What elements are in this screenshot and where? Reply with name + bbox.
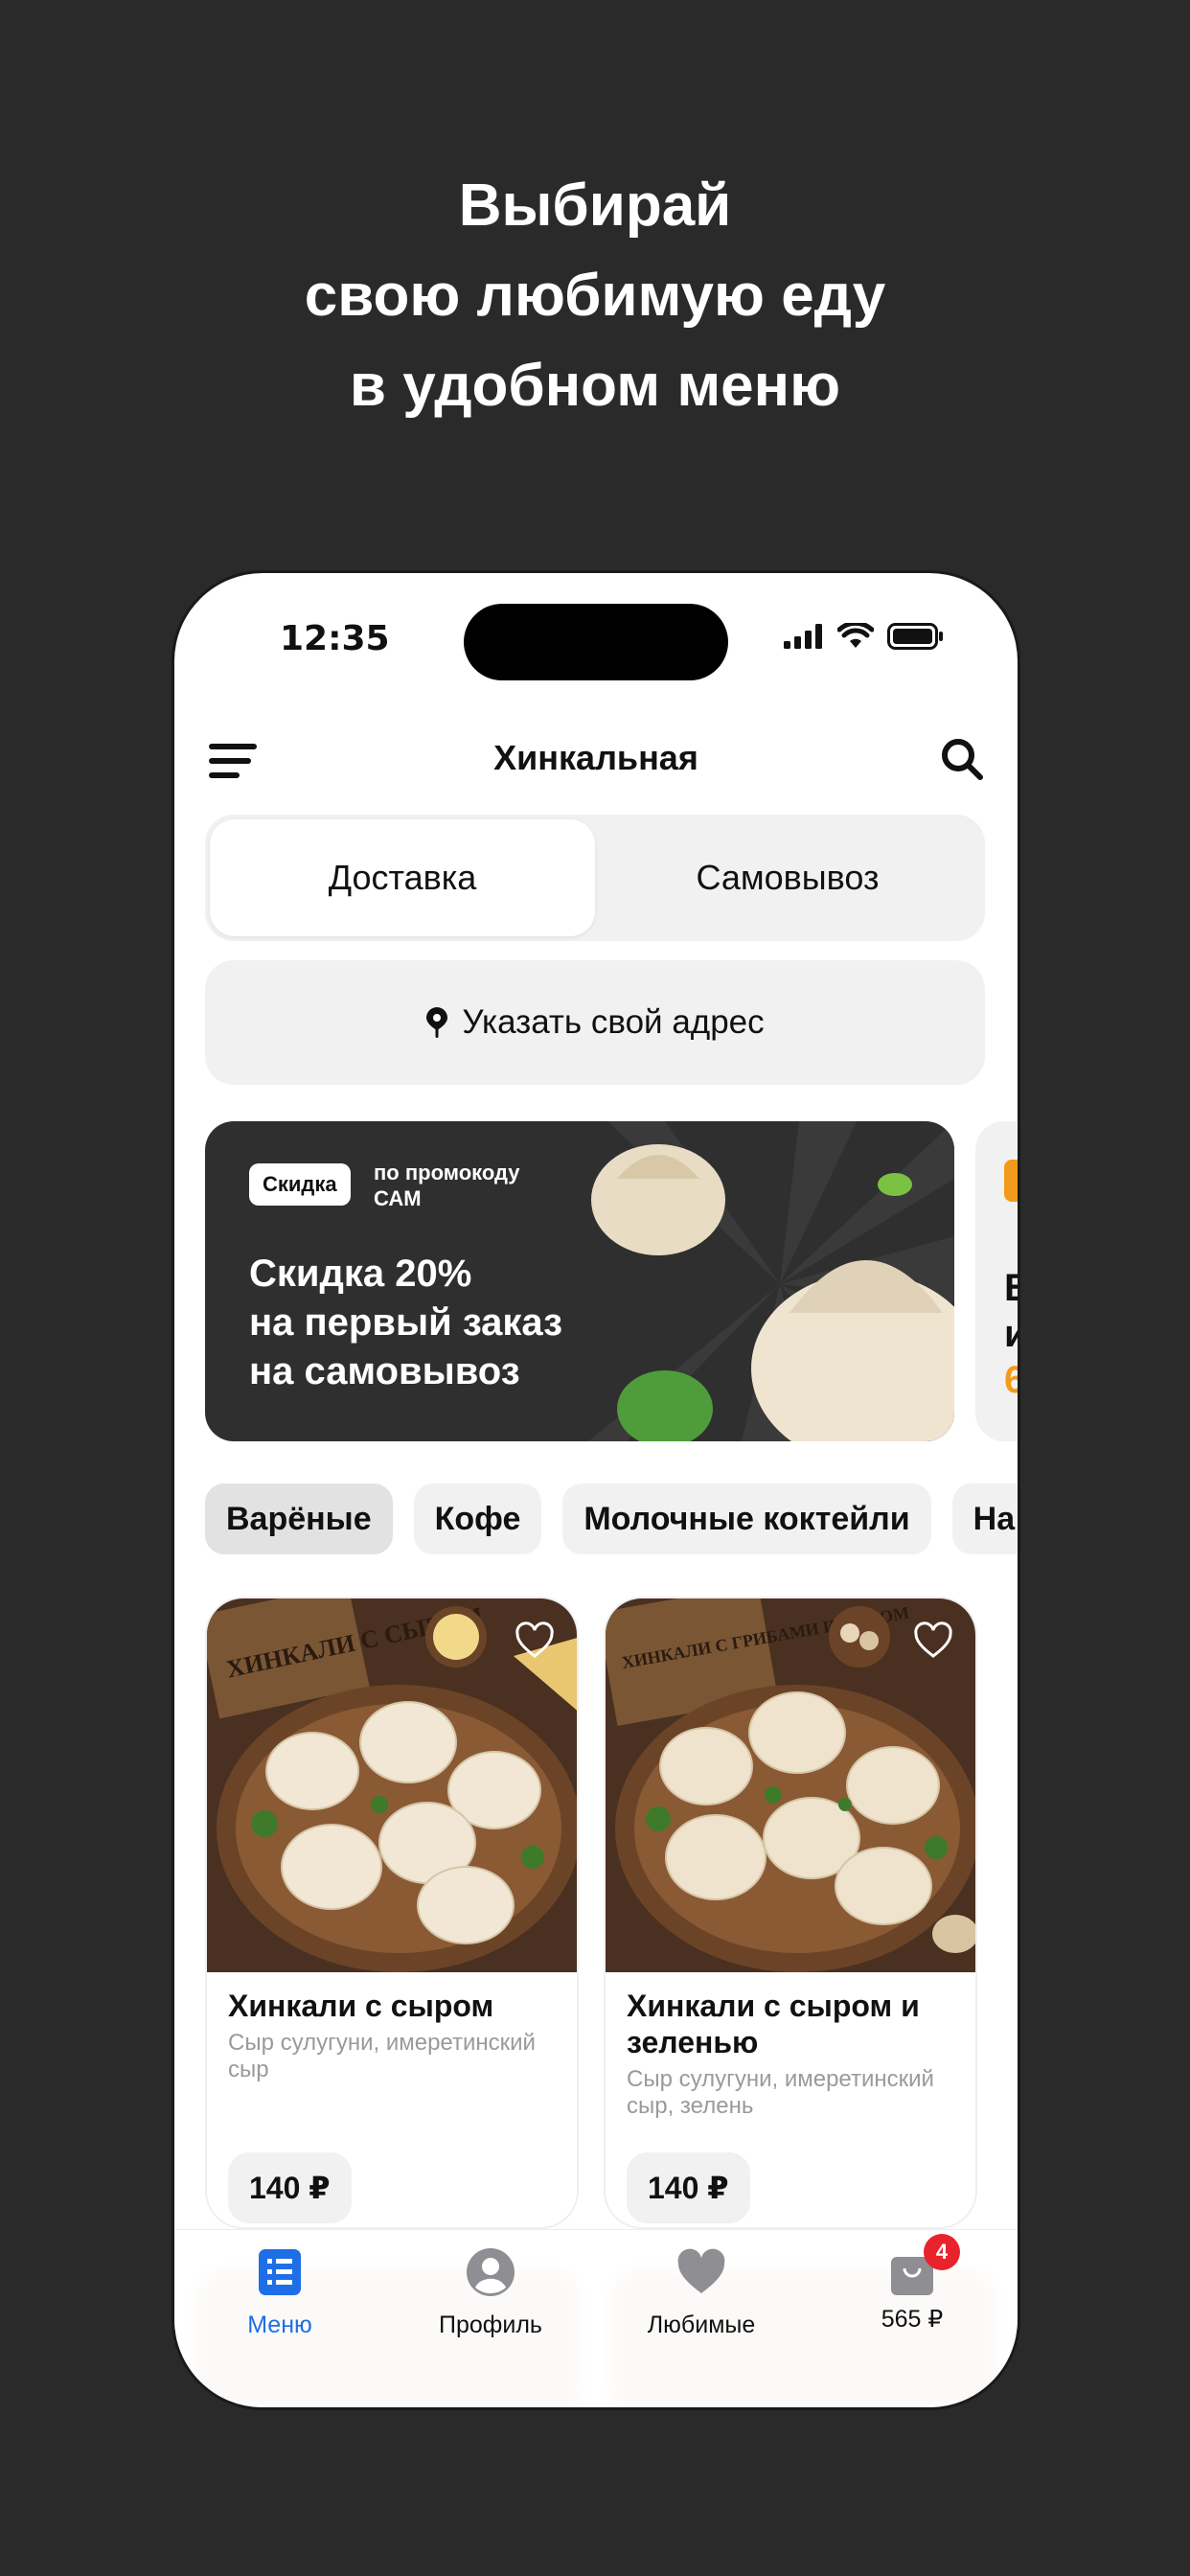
profile-icon xyxy=(467,2248,515,2296)
tab-favorites-label: Любимые xyxy=(647,2312,756,2338)
tab-favorites[interactable]: Любимые xyxy=(625,2247,778,2339)
headline-line-3: в удобном меню xyxy=(349,353,841,419)
favorite-heart-icon[interactable] xyxy=(912,1620,954,1662)
tab-menu-label: Меню xyxy=(247,2312,312,2338)
cellular-signal-icon xyxy=(784,624,822,649)
tab-profile-label: Профиль xyxy=(439,2312,542,2338)
product-title: Хинкали с сыром и зеленью xyxy=(627,1989,920,2059)
tab-menu[interactable]: Меню xyxy=(203,2247,356,2339)
product-description: Сыр сулугуни, имеретинский сыр, зелень xyxy=(627,2066,934,2119)
next-promo-banner[interactable]: В и 6 xyxy=(975,1121,1018,1441)
address-label: Указать свой адрес xyxy=(462,1003,765,1041)
headline-line-2: свою любимую еду xyxy=(304,263,886,329)
discount-tag: Скидка xyxy=(249,1163,351,1206)
battery-icon xyxy=(887,623,943,650)
app-header: Хинкальная xyxy=(174,726,1018,795)
category-chips: Варёные Кофе Молочные коктейли На xyxy=(205,1484,1018,1554)
location-pin-icon xyxy=(426,1007,448,1038)
promo-title: Скидка 20% на первый заказ на самовывоз xyxy=(249,1253,563,1392)
next-banner-text: В и 6 xyxy=(1004,1267,1018,1401)
status-time: 12:35 xyxy=(280,619,390,658)
status-icons xyxy=(784,623,945,650)
heart-icon xyxy=(677,2248,725,2293)
wifi-icon xyxy=(837,623,874,648)
page-title: Хинкальная xyxy=(493,738,698,777)
promo-code-note: по промокоду САМ xyxy=(374,1161,520,1210)
phone-frame: 12:35 Хинкальная Доставка Самовывоз Указ… xyxy=(174,573,1018,2407)
price-button[interactable]: 140 ₽ xyxy=(627,2152,750,2223)
category-chip-milkshakes[interactable]: Молочные коктейли xyxy=(562,1484,931,1554)
price-button[interactable]: 140 ₽ xyxy=(228,2152,352,2223)
headline-line-1: Выбирай xyxy=(458,172,732,239)
next-banner-tag xyxy=(1004,1160,1018,1202)
search-icon[interactable] xyxy=(939,736,985,782)
category-chip-boiled[interactable]: Варёные xyxy=(205,1484,393,1554)
tab-cart[interactable]: 4 565 ₽ xyxy=(835,2234,989,2334)
product-description: Сыр сулугуни, имеретинский сыр xyxy=(228,2030,536,2082)
tab-profile[interactable]: Профиль xyxy=(414,2247,567,2339)
delivery-mode-toggle: Доставка Самовывоз xyxy=(205,815,985,941)
tab-pickup[interactable]: Самовывоз xyxy=(595,819,980,936)
cart-count-badge: 4 xyxy=(924,2234,960,2270)
dynamic-island xyxy=(464,604,728,680)
category-chip-partial[interactable]: На xyxy=(951,1484,1018,1554)
favorite-heart-icon[interactable] xyxy=(514,1620,556,1662)
bottom-tab-bar: Меню Профиль Любимые 4 565 ₽ xyxy=(174,2229,1018,2407)
promo-banner[interactable]: Скидка по промокоду САМ Скидка 20% на пе… xyxy=(205,1121,954,1441)
category-chip-coffee[interactable]: Кофе xyxy=(413,1484,542,1554)
promo-headline: Выбирай свою любимую еду в удобном меню xyxy=(0,161,1190,431)
address-button[interactable]: Указать свой адрес xyxy=(205,960,985,1085)
menu-list-icon xyxy=(259,2249,301,2295)
product-title: Хинкали с сыром xyxy=(228,1989,494,2023)
tab-delivery[interactable]: Доставка xyxy=(210,819,595,936)
tab-cart-label: 565 ₽ xyxy=(881,2306,944,2333)
product-card[interactable]: ХИНКАЛИ С СЫРОМ Хинкали с сыром Сыр сулу… xyxy=(205,1597,579,2229)
product-card[interactable]: ХИНКАЛИ С ГРИБАМИ И СЫРОМ Хинкали с сыро… xyxy=(604,1597,977,2229)
